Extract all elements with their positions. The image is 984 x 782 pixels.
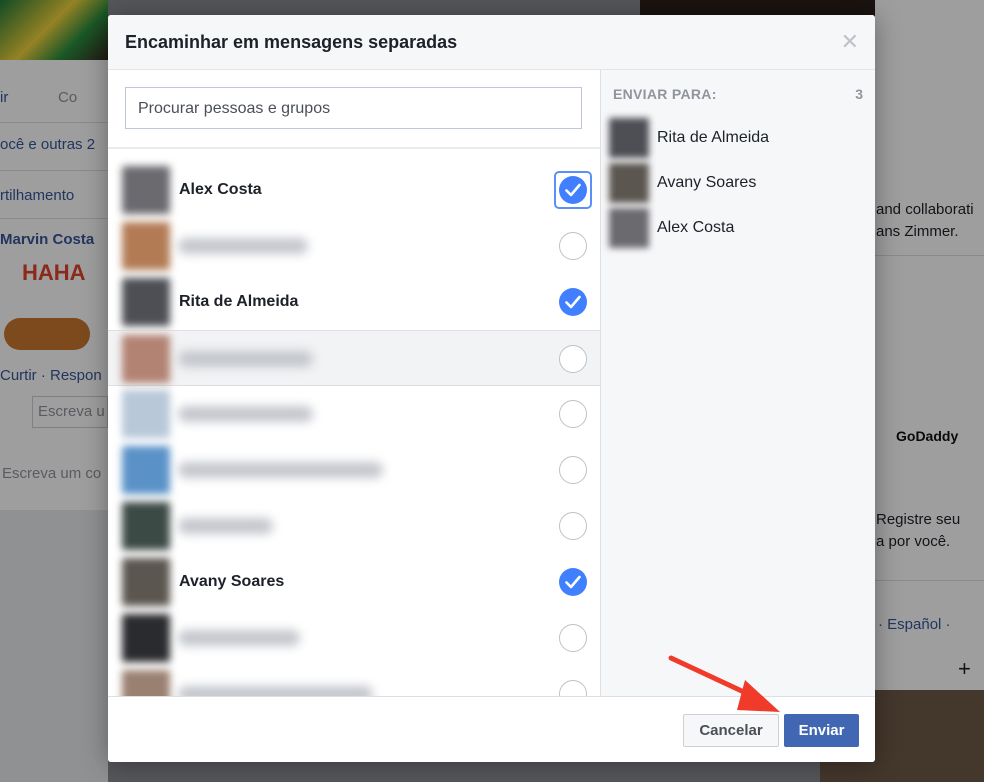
radio-unchecked-icon[interactable] [559, 400, 587, 428]
contact-name-blurred [178, 518, 273, 534]
avatar [122, 614, 170, 662]
recipient-item[interactable]: Avany Soares [601, 161, 875, 206]
contact-row[interactable]: Alex Costa [108, 162, 600, 218]
radio-unchecked-icon[interactable] [559, 456, 587, 484]
search-divider [108, 147, 600, 149]
send-button[interactable]: Enviar [784, 714, 859, 747]
avatar [122, 670, 170, 696]
contact-row[interactable]: Avany Soares [108, 554, 600, 610]
contact-list-pane: Procurar pessoas e grupos Alex Costa Rita… [108, 70, 601, 696]
avatar [122, 558, 170, 606]
recipient-item[interactable]: Rita de Almeida [601, 116, 875, 161]
contact-name-blurred [178, 351, 313, 367]
search-placeholder: Procurar pessoas e grupos [138, 100, 331, 117]
recipient-item[interactable]: Alex Costa [601, 206, 875, 251]
dialog-header: Encaminhar em mensagens separadas ✕ [108, 15, 875, 70]
recipient-count: 3 [855, 86, 863, 102]
avatar [122, 502, 170, 550]
recipient-name: Alex Costa [657, 219, 735, 236]
contact-name: Avany Soares [179, 573, 285, 590]
radio-unchecked-icon[interactable] [559, 680, 587, 696]
send-to-label: ENVIAR PARA: [613, 86, 717, 102]
contact-row[interactable] [108, 610, 600, 666]
avatar [609, 163, 649, 203]
contact-row[interactable] [108, 666, 600, 696]
avatar [122, 222, 170, 270]
avatar [609, 118, 649, 158]
contact-row[interactable] [108, 442, 600, 498]
recipient-name: Rita de Almeida [657, 129, 770, 146]
contact-name: Alex Costa [179, 181, 262, 198]
recipients-pane: ENVIAR PARA: 3 Rita de Almeida Avany Soar… [601, 70, 875, 696]
contact-name-blurred [178, 238, 308, 254]
radio-unchecked-icon[interactable] [559, 624, 587, 652]
contact-name-blurred [178, 462, 383, 478]
radio-unchecked-icon[interactable] [559, 232, 587, 260]
avatar [122, 278, 170, 326]
dialog-title: Encaminhar em mensagens separadas [125, 32, 458, 52]
checkmark-icon[interactable] [559, 568, 587, 596]
contact-name-blurred [178, 630, 300, 646]
avatar [122, 390, 170, 438]
recipient-name: Avany Soares [657, 174, 757, 191]
contact-row[interactable]: Rita de Almeida [108, 274, 600, 330]
close-icon[interactable]: ✕ [841, 29, 859, 55]
contact-row[interactable] [108, 498, 600, 554]
search-input[interactable]: Procurar pessoas e grupos [125, 87, 582, 129]
avatar [122, 446, 170, 494]
checkmark-icon[interactable] [559, 288, 587, 316]
contact-row[interactable] [108, 386, 600, 442]
contact-name: Rita de Almeida [179, 293, 299, 310]
radio-unchecked-icon[interactable] [559, 512, 587, 540]
contact-name-blurred [178, 406, 313, 422]
contact-row[interactable] [108, 218, 600, 274]
contact-name-blurred [178, 686, 373, 696]
radio-unchecked-icon[interactable] [559, 345, 587, 373]
avatar [122, 335, 170, 383]
annotation-arrow-icon [668, 655, 780, 712]
avatar [609, 208, 649, 248]
avatar [122, 166, 170, 214]
contact-row[interactable] [108, 330, 600, 386]
checkmark-icon[interactable] [559, 176, 587, 204]
